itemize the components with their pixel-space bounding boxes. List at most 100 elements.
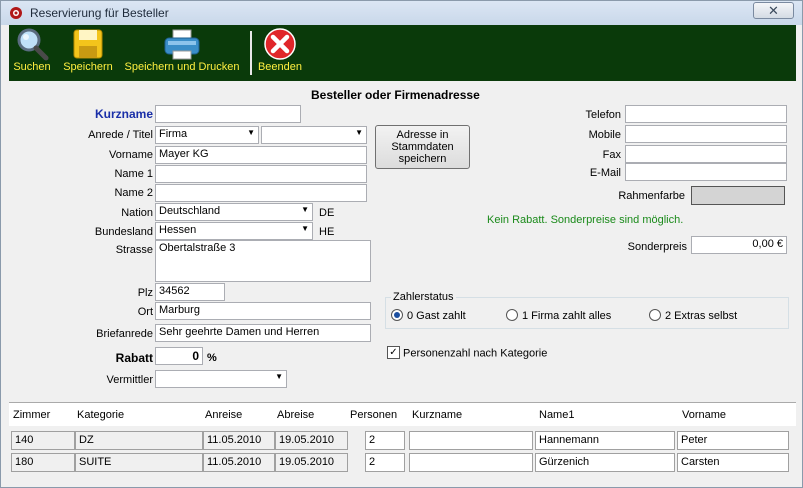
- cell-anreise[interactable]: 11.05.2010: [203, 431, 275, 450]
- cell-vorname[interactable]: Carsten: [677, 453, 789, 472]
- chevron-down-icon: ▼: [301, 224, 309, 233]
- radio-firma-zahlt[interactable]: 1 Firma zahlt alles: [506, 309, 612, 322]
- rabatt-unit: %: [207, 352, 217, 364]
- cell-kurzname[interactable]: [409, 431, 533, 450]
- cell-kategorie[interactable]: SUITE: [75, 453, 203, 472]
- grid-header: Zimmer Kategorie Anreise Abreise Persone…: [9, 402, 796, 428]
- bundesland-select[interactable]: Hessen ▼: [155, 222, 313, 240]
- save-address-label: Adresse in Stammdaten speichern: [391, 129, 454, 165]
- radio-extras-selbst-label: 2 Extras selbst: [665, 310, 738, 322]
- col-vorname[interactable]: Vorname: [682, 409, 726, 421]
- col-abreise[interactable]: Abreise: [277, 409, 314, 421]
- red-x-icon: [264, 28, 296, 60]
- vermittler-label: Vermittler: [106, 374, 153, 386]
- floppy-disk-icon: [73, 29, 103, 59]
- plz-input[interactable]: 34562: [155, 283, 225, 301]
- save-address-button[interactable]: Adresse in Stammdaten speichern: [375, 125, 470, 169]
- chevron-down-icon: ▼: [247, 128, 255, 137]
- strasse-label: Strasse: [115, 244, 153, 256]
- sonderpreis-label: Sonderpreis: [627, 241, 687, 253]
- cell-abreise[interactable]: 19.05.2010: [275, 431, 348, 450]
- printer-icon: [164, 29, 200, 60]
- bundesland-code: HE: [319, 226, 335, 238]
- exit-button[interactable]: Beenden: [257, 27, 303, 79]
- search-button[interactable]: Suchen: [13, 27, 51, 79]
- chevron-down-icon: ▼: [275, 372, 283, 381]
- chevron-down-icon: ▼: [355, 128, 363, 137]
- name2-label: Name 2: [114, 187, 153, 199]
- radio-firma-zahlt-label: 1 Firma zahlt alles: [522, 310, 612, 322]
- anrede-label: Anrede / Titel: [88, 129, 153, 141]
- cell-kategorie[interactable]: DZ: [75, 431, 203, 450]
- nation-code: DE: [319, 207, 335, 219]
- cell-zimmer[interactable]: 180: [11, 453, 75, 472]
- discount-note: Kein Rabatt. Sonderpreise sind möglich.: [487, 214, 684, 226]
- rahmenfarbe-swatch[interactable]: [691, 186, 785, 205]
- reservation-window: Reservierung für Besteller ✕ Suchen Spei…: [0, 0, 803, 488]
- cell-abreise[interactable]: 19.05.2010: [275, 453, 348, 472]
- chevron-down-icon: ▼: [301, 205, 309, 214]
- radio-gast-zahlt[interactable]: 0 Gast zahlt: [391, 309, 466, 322]
- vermittler-select[interactable]: ▼: [155, 370, 287, 388]
- toolbar: Suchen Speichern Speichern und Drucken B…: [9, 25, 796, 81]
- mobile-input[interactable]: [625, 125, 787, 143]
- strasse-textarea[interactable]: Obertalstraße 3: [155, 240, 371, 282]
- col-kurzname[interactable]: Kurzname: [412, 409, 462, 421]
- sonderpreis-input[interactable]: 0,00 €: [691, 236, 787, 254]
- window-close-button[interactable]: ✕: [753, 2, 794, 19]
- radio-extras-selbst[interactable]: 2 Extras selbst: [649, 309, 738, 322]
- magnifier-icon: [17, 28, 49, 61]
- cell-personen[interactable]: 2: [365, 431, 405, 450]
- plz-label: Plz: [137, 287, 153, 299]
- radio-gast-zahlt-label: 0 Gast zahlt: [407, 310, 466, 322]
- rahmenfarbe-label: Rahmenfarbe: [618, 190, 685, 202]
- telefon-input[interactable]: [625, 105, 787, 123]
- col-zimmer[interactable]: Zimmer: [13, 409, 50, 421]
- cell-vorname[interactable]: Peter: [677, 431, 789, 450]
- grid-body: 140 DZ 11.05.2010 19.05.2010 2 Hannemann…: [9, 426, 796, 478]
- bundesland-label: Bundesland: [94, 226, 153, 238]
- name2-input[interactable]: [155, 184, 367, 202]
- title-bar: Reservierung für Besteller ✕: [1, 1, 802, 25]
- kurzname-input[interactable]: [155, 105, 301, 123]
- nation-value: Deutschland: [159, 205, 221, 217]
- ort-input[interactable]: Marburg: [155, 302, 371, 320]
- briefanrede-input[interactable]: Sehr geehrte Damen und Herren: [155, 324, 371, 342]
- radio-selected-icon: [391, 309, 403, 322]
- toolbar-separator: [250, 31, 252, 75]
- cell-name1[interactable]: Gürzenich: [535, 453, 675, 472]
- fax-input[interactable]: [625, 145, 787, 163]
- cell-kurzname[interactable]: [409, 453, 533, 472]
- col-anreise[interactable]: Anreise: [205, 409, 242, 421]
- mobile-label: Mobile: [588, 129, 621, 141]
- nation-select[interactable]: Deutschland ▼: [155, 203, 313, 221]
- cell-zimmer[interactable]: 140: [11, 431, 75, 450]
- vorname-input[interactable]: Mayer KG: [155, 146, 367, 164]
- anrede-select[interactable]: Firma ▼: [155, 126, 259, 144]
- section-title: Besteller oder Firmenadresse: [311, 88, 480, 102]
- window-title: Reservierung für Besteller: [30, 6, 169, 20]
- name1-input[interactable]: [155, 165, 367, 183]
- cell-personen[interactable]: 2: [365, 453, 405, 472]
- vorname-label: Vorname: [108, 149, 153, 161]
- bundesland-value: Hessen: [159, 224, 197, 236]
- rabatt-input[interactable]: 0: [155, 347, 203, 365]
- col-personen[interactable]: Personen: [350, 409, 397, 421]
- search-label: Suchen: [13, 61, 51, 73]
- cell-name1[interactable]: Hannemann: [535, 431, 675, 450]
- email-label: E-Mail: [589, 167, 621, 179]
- telefon-label: Telefon: [585, 109, 621, 121]
- email-input[interactable]: [625, 163, 787, 181]
- col-name1[interactable]: Name1: [539, 409, 574, 421]
- save-label: Speichern: [63, 61, 113, 73]
- name1-label: Name 1: [114, 168, 153, 180]
- titel-select[interactable]: ▼: [261, 126, 367, 144]
- anrede-value: Firma: [159, 128, 188, 140]
- ort-label: Ort: [137, 306, 153, 318]
- radio-empty-icon: [506, 309, 518, 322]
- save-button[interactable]: Speichern: [61, 27, 115, 79]
- cell-anreise[interactable]: 11.05.2010: [203, 453, 275, 472]
- personenzahl-checkbox[interactable]: ✓ Personenzahl nach Kategorie: [387, 346, 547, 360]
- save-and-print-button[interactable]: Speichern und Drucken: [121, 27, 243, 79]
- col-kategorie[interactable]: Kategorie: [77, 409, 124, 421]
